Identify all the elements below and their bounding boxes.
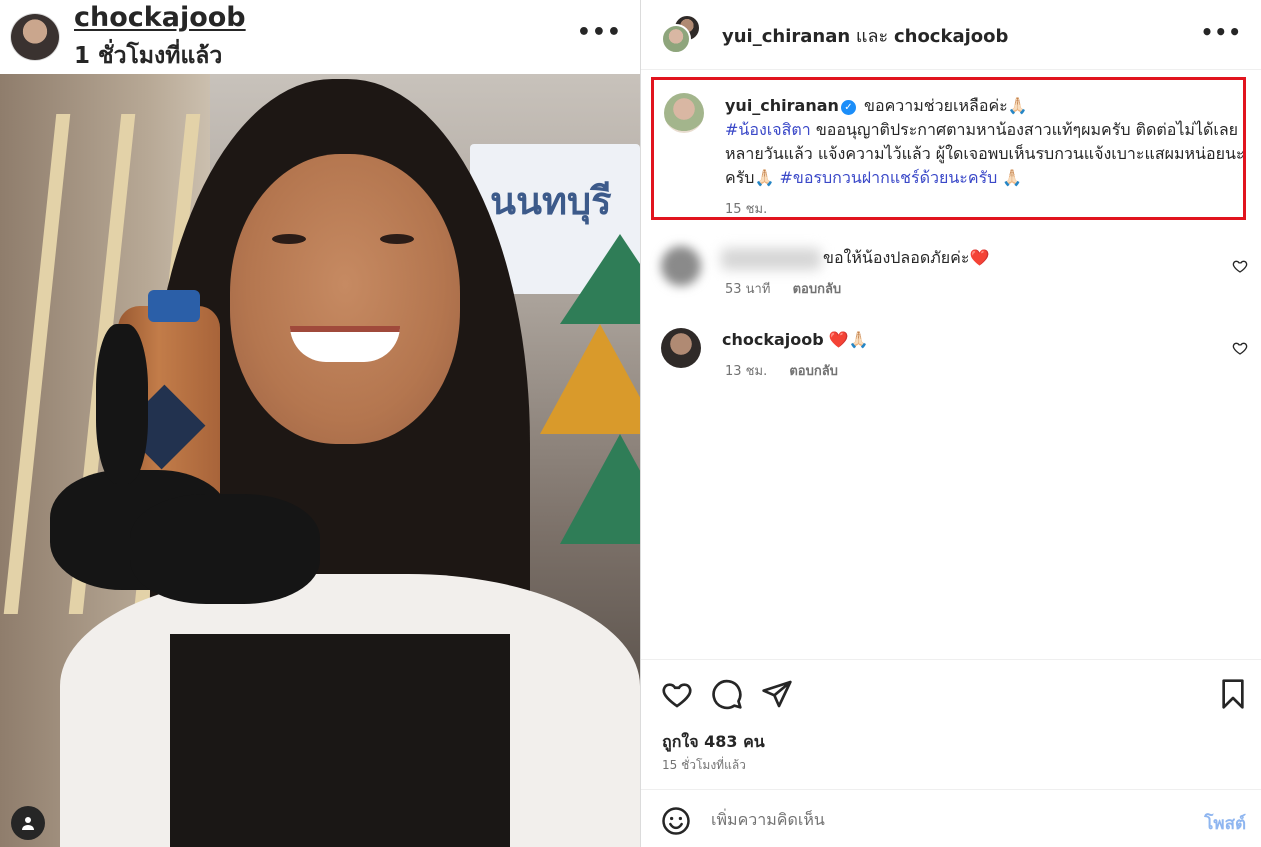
post-time: 15 ชั่วโมงที่แล้ว (662, 758, 746, 772)
like-count[interactable]: ถูกใจ 483 คน (662, 730, 765, 755)
photo-decor-triangle (560, 434, 640, 544)
photo-bottle-cap (148, 290, 200, 322)
photo-decor-triangle (540, 324, 640, 434)
photo-glove (130, 494, 320, 604)
caption-text: yui_chiranan ✓ ขอความช่วยเหลือค่ะ🙏🏻 #น้อง… (725, 94, 1245, 190)
comment-meta: 13 ชม. ตอบกลับ (725, 360, 856, 381)
comment-meta: 53 นาที ตอบกลับ (725, 278, 859, 299)
more-options-icon[interactable]: ••• (1201, 20, 1242, 44)
photo-eye (272, 234, 306, 244)
heart-icon[interactable] (1232, 340, 1248, 356)
caption-highlight: yui_chiranan ✓ ขอความช่วยเหลือค่ะ🙏🏻 #น้อง… (651, 77, 1246, 220)
comment-text: chockajoob ❤️🙏🏻 (722, 328, 869, 352)
collaborator-username[interactable]: chockajoob (894, 26, 1008, 47)
commenter-username[interactable]: chockajoob (722, 330, 824, 349)
photo-apron (170, 634, 510, 847)
commenter-avatar[interactable] (661, 328, 701, 368)
comment-input[interactable] (711, 804, 1171, 834)
commenter-username-blurred[interactable] (721, 248, 821, 270)
comment-bar: โพสต์ (641, 789, 1261, 847)
verified-badge-icon: ✓ (840, 100, 856, 115)
more-options-icon[interactable]: ••• (577, 20, 622, 45)
tagged-users-icon[interactable] (11, 806, 45, 840)
hashtag-link[interactable]: #ขอรบกวนฝากแชร์ด้วยนะครับ (779, 168, 997, 187)
caption-avatar[interactable] (664, 93, 704, 133)
caption-tail: 🙏🏻 (997, 168, 1023, 187)
heart-icon[interactable] (1232, 258, 1248, 274)
collaborators: yui_chiranan และ chockajoob (722, 21, 1008, 50)
photo-eye (380, 234, 414, 244)
hashtag-link[interactable]: #น้องเจสิตา (725, 120, 811, 139)
caption-line1: ขอความช่วยเหลือค่ะ🙏🏻 (864, 96, 1028, 115)
media-panel: chockajoob 1 ชั่วโมงที่แล้ว ••• นนทบุรี (0, 0, 640, 847)
post-age: 1 ชั่วโมงที่แล้ว (74, 43, 223, 69)
share-icon[interactable] (761, 678, 793, 710)
post-detail-panel: yui_chiranan และ chockajoob ••• yui_chir… (640, 0, 1261, 847)
photo-sign-text: นนทบุรี (490, 179, 612, 223)
commenter-avatar[interactable] (661, 246, 701, 286)
photo-face (230, 154, 460, 444)
post-header: yui_chiranan และ chockajoob ••• (641, 0, 1261, 70)
comment-body: ❤️🙏🏻 (828, 330, 869, 349)
comment-time: 53 นาที (725, 282, 771, 297)
comment-text: ขอให้น้องปลอดภัยค่ะ❤️ (823, 248, 990, 267)
smiley-icon[interactable] (661, 806, 691, 836)
collaborator-connector: และ (855, 26, 889, 47)
collaborator-username[interactable]: yui_chiranan (722, 26, 850, 47)
caption-time: 15 ชม. (725, 202, 768, 217)
media-header: chockajoob 1 ชั่วโมงที่แล้ว ••• (0, 0, 640, 74)
post-actions: ถูกใจ 483 คน 15 ชั่วโมงที่แล้ว (641, 659, 1261, 789)
reply-button[interactable]: ตอบกลับ (793, 282, 842, 297)
photo-decor-triangle (560, 234, 640, 324)
author-username[interactable]: chockajoob (74, 2, 246, 33)
comment-icon[interactable] (711, 678, 743, 710)
post-photo[interactable]: นนทบุรี (0, 74, 640, 847)
comment-time: 13 ชม. (725, 364, 768, 379)
bookmark-icon[interactable] (1217, 678, 1249, 710)
collaborator-avatar[interactable] (661, 24, 691, 54)
post-comment-button[interactable]: โพสต์ (1204, 810, 1246, 837)
caption-username[interactable]: yui_chiranan (725, 96, 839, 115)
reply-button[interactable]: ตอบกลับ (789, 364, 838, 379)
heart-icon[interactable] (661, 678, 693, 710)
photo-glove (96, 324, 148, 484)
author-avatar[interactable] (10, 13, 60, 61)
